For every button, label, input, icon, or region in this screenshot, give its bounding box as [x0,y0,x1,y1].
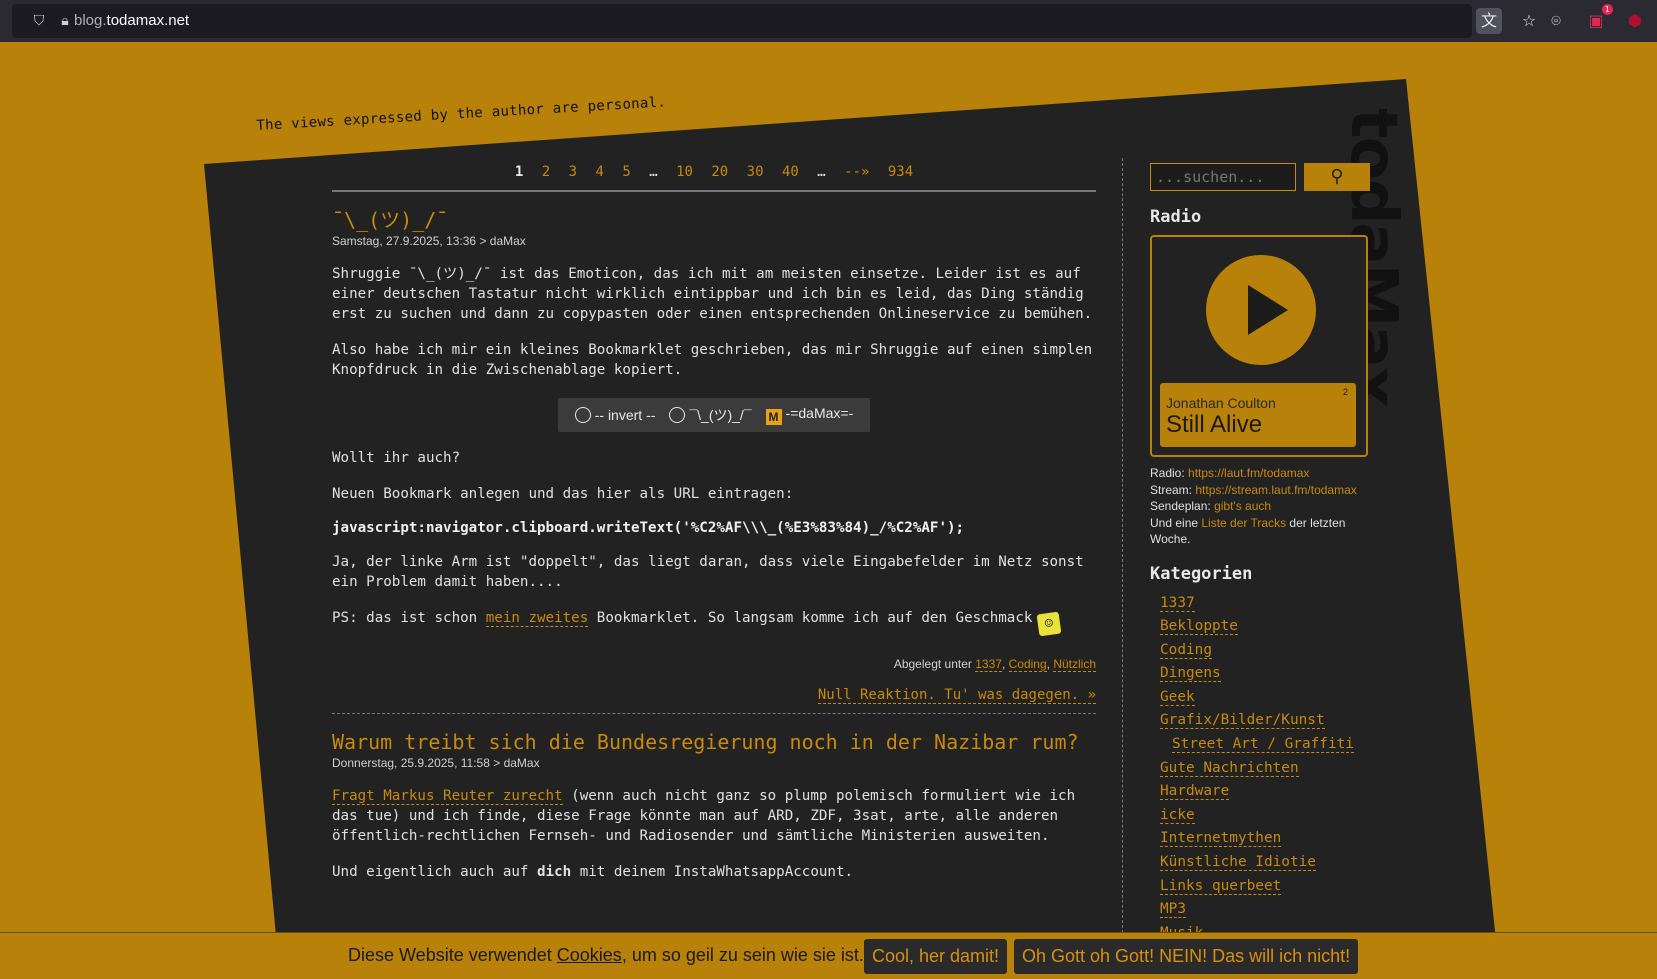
post: ¯\_(ツ)_/¯ Samstag, 27.9.2025, 13:36 > da… [332,208,1096,714]
category-item[interactable]: Coding [1160,639,1372,663]
bookmark-shruggie: ¯\_(ツ)_/¯ [669,405,752,425]
bookmarklet-code[interactable]: javascript:navigator.clipboard.writeText… [332,520,1096,536]
post-paragraph: Ja, der linke Arm ist "doppelt", das lie… [332,554,1084,590]
cookie-accept-button[interactable]: Cool, her damit! [864,939,1008,974]
page-link[interactable]: 30 [747,164,764,180]
now-playing: 2 Jonathan Coulton Still Alive [1160,383,1356,447]
now-playing-artist: Jonathan Coulton [1166,395,1276,411]
page-link[interactable]: 3 [569,164,577,180]
radio-link[interactable]: https://laut.fm/todamax [1188,466,1309,480]
post-paragraph: Und eigentlich auch auf dich mit deinem … [332,864,854,880]
browser-toolbar: ⛉ 🔒︎ blog.todamax.net 文 ☆ ⌾ ▣ 1 ⬢ [0,0,1657,42]
cookies-link[interactable]: Cookies [557,945,622,965]
cookie-banner: Diese Website verwendet Cookies, um so g… [0,932,1657,979]
page-next[interactable]: --» [844,164,869,180]
page-ellipsis: … [817,164,826,180]
search-form: ⚲ [1150,163,1372,191]
page-last[interactable]: 934 [888,164,913,180]
post-paragraph: Shruggie ¯\_(ツ)_/¯ ist das Emoticon, das… [332,266,1093,322]
category-item[interactable]: Links querbeet [1160,875,1372,899]
category-item[interactable]: Street Art / Graffiti [1160,733,1372,757]
cookie-decline-button[interactable]: Oh Gott oh Gott! NEIN! Das will ich nich… [1014,939,1359,974]
post-paragraph: Fragt Markus Reuter zurecht (wenn auch n… [332,788,1076,844]
post-meta: Donnerstag, 25.9.2025, 11:58 > daMax [332,756,540,770]
screenshot-icon[interactable]: ⌾ [1543,8,1569,34]
globe-icon [574,407,591,423]
sidebar: ⚲ Radio 2 Jonathan Coulton Still Alive R… [1150,163,1372,945]
extension-badge: 1 [1601,4,1613,15]
extension-icon[interactable]: ▣ 1 [1583,4,1613,34]
radio-info: Radio: https://laut.fm/todamax Stream: h… [1150,466,1357,546]
search-input[interactable] [1150,163,1296,191]
stream-link[interactable]: https://stream.laut.fm/todamax [1195,483,1356,497]
address-bar[interactable]: ⛉ 🔒︎ blog.todamax.net 文 ☆ [12,4,1536,38]
post-paragraph: Also habe ich mir ein kleines Bookmarkle… [332,342,1093,378]
bookmarklet-link[interactable]: mein zweites [485,610,589,627]
comments-link[interactable]: Null Reaktion. Tu' was dagegen. » [817,687,1096,704]
post-meta: Samstag, 27.9.2025, 13:36 > daMax [332,234,526,248]
post-title[interactable]: ¯\_(ツ)_/¯ [332,208,1096,232]
smiley-icon: ☺ [1036,611,1062,637]
bookmark-invert: -- invert -- [574,407,655,423]
search-icon: ⚲ [1330,166,1344,187]
page-link[interactable]: 5 [622,164,630,180]
search-button[interactable]: ⚲ [1304,163,1370,191]
ublock-icon[interactable]: ⬢ [1622,8,1648,34]
category-item[interactable]: Geek [1160,686,1372,710]
page-link[interactable]: 40 [782,164,799,180]
tag-link[interactable]: 1337 [975,657,1002,672]
category-item[interactable]: MP3 [1160,898,1372,922]
radio-heading: Radio [1150,207,1202,227]
page-link[interactable]: 4 [595,164,603,180]
pagination: 1 2 3 4 5 … 10 20 30 40 … --» 934 [332,164,1096,192]
schedule-link[interactable]: gibt's auch [1214,499,1271,513]
post-comments: Null Reaktion. Tu' was dagegen. » [332,687,1096,714]
category-item[interactable]: Gute Nachrichten [1160,757,1372,781]
category-item[interactable]: Dingens [1160,662,1372,686]
post-paragraph: Neuen Bookmark anlegen und das hier als … [332,486,794,502]
post-tags: Abgelegt unter 1337, Coding, Nützlich [893,657,1096,672]
radio-player: 2 Jonathan Coulton Still Alive [1150,235,1368,457]
category-list: 1337 Bekloppte Coding Dingens Geek Grafi… [1150,592,1372,946]
page-current: 1 [514,164,524,180]
translate-icon[interactable]: 文 [1476,8,1502,34]
queue-number: 2 [1342,387,1348,397]
cookie-message: Diese Website verwendet Cookies, um so g… [348,945,864,965]
url-text[interactable]: blog.todamax.net [74,12,189,29]
lock-icon[interactable]: 🔒︎ [56,12,74,30]
categories-heading: Kategorien [1150,563,1253,584]
page-link[interactable]: 10 [676,164,693,180]
page-link[interactable]: 2 [542,164,550,180]
tag-link[interactable]: Coding [1008,657,1047,672]
category-item[interactable]: Hardware [1160,780,1372,804]
page-link[interactable]: 20 [711,164,728,180]
damax-icon: M [765,409,782,425]
main-column: 1 2 3 4 5 … 10 20 30 40 … --» 934 ¯\_(ツ)… [332,164,1096,882]
now-playing-track: Still Alive [1166,411,1263,438]
post-paragraph: PS: das ist schon mein zweites Bookmarkl… [332,608,1096,637]
bookmark-star-icon[interactable]: ☆ [1516,8,1542,34]
tag-link[interactable]: Nützlich [1053,657,1096,672]
play-icon[interactable] [1206,255,1316,365]
page-ellipsis: … [649,164,658,180]
category-item[interactable]: icke [1160,804,1372,828]
category-item[interactable]: Grafix/Bilder/Kunst [1160,709,1372,733]
post: Warum treibt sich die Bundesregierung no… [332,730,1096,882]
post-paragraph: Wollt ihr auch? [332,450,461,466]
post-title[interactable]: Warum treibt sich die Bundesregierung no… [332,730,1096,754]
category-item[interactable]: Bekloppte [1160,615,1372,639]
globe-icon [669,407,686,423]
article-link[interactable]: Fragt Markus Reuter zurecht [332,788,563,805]
category-item[interactable]: Künstliche Idiotie [1160,851,1372,875]
tracklist-link[interactable]: Liste der Tracks [1201,516,1286,530]
column-divider [1122,158,1123,938]
bookmark-damax: M -=daMax=- [765,405,853,425]
category-item[interactable]: 1337 [1160,592,1372,616]
bookmark-bar-image: -- invert -- ¯\_(ツ)_/¯ M -=daMax=- [558,398,870,432]
shield-icon[interactable]: ⛉ [30,12,48,30]
category-item[interactable]: Internetmythen [1160,827,1372,851]
